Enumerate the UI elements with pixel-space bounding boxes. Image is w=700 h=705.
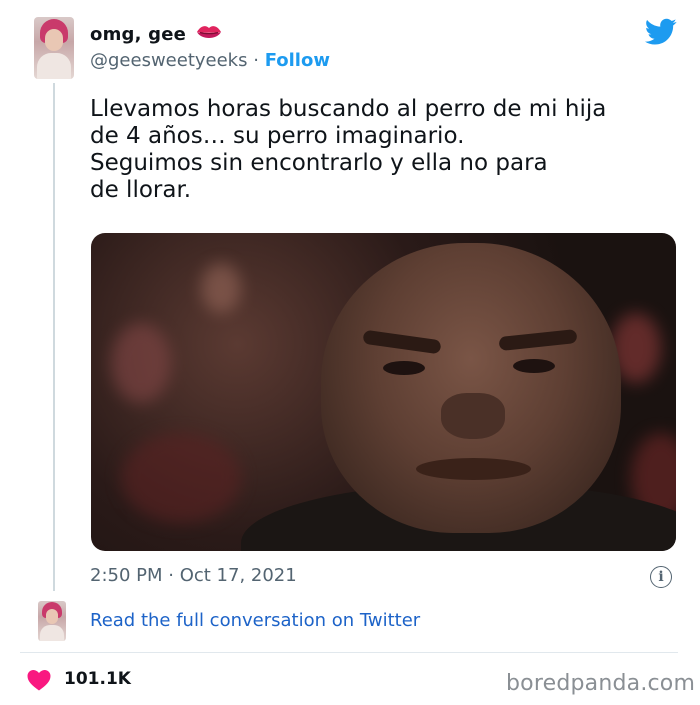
author-handle[interactable]: @geesweetyeeks	[90, 50, 247, 71]
author-display-name[interactable]: omg, gee	[90, 24, 222, 45]
heart-icon[interactable]	[27, 669, 51, 691]
boredpanda-watermark: boredpanda.com	[506, 671, 696, 696]
tweet-photo[interactable]	[91, 233, 676, 551]
like-count: 101.1K	[64, 669, 131, 689]
handle-separator: ·	[253, 50, 259, 71]
author-avatar[interactable]	[34, 17, 74, 79]
read-conversation-link[interactable]: Read the full conversation on Twitter	[90, 610, 420, 631]
info-icon[interactable]: i	[650, 566, 672, 588]
footer-divider	[20, 652, 678, 653]
follow-link[interactable]: Follow	[265, 50, 330, 71]
twitter-bird-icon[interactable]	[645, 18, 677, 46]
conversation-avatar	[38, 601, 66, 641]
lips-emoji-icon	[197, 26, 222, 38]
tweet-timestamp[interactable]: 2:50 PM · Oct 17, 2021	[90, 565, 297, 586]
tweet-text: Llevamos horas buscando al perro de mi h…	[90, 96, 607, 203]
author-handle-row: @geesweetyeeks · Follow	[90, 50, 330, 71]
display-name-text: omg, gee	[90, 24, 187, 45]
thread-line	[53, 83, 55, 591]
